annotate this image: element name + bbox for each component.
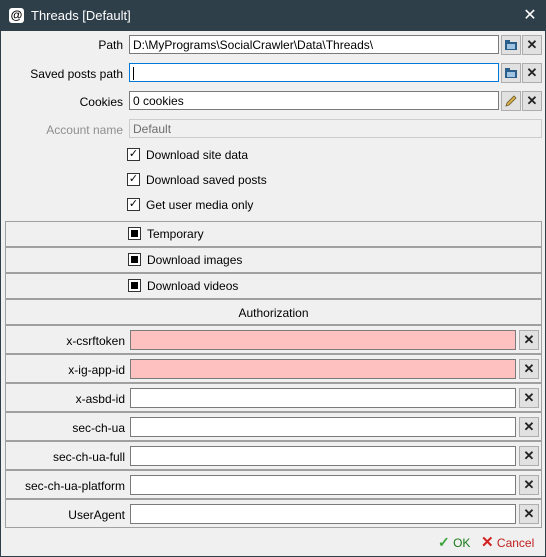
folder-icon[interactable]	[501, 63, 521, 83]
dialog-window: @ Threads [Default] ✕ Path D:\MyPrograms…	[0, 0, 546, 557]
checkbox-checked-icon: ✓	[127, 173, 140, 186]
auth-row: sec-ch-ua-platform ✕	[5, 470, 542, 499]
clear-x-asbd-id-button[interactable]: ✕	[519, 388, 539, 408]
clear-x-csrftoken-button[interactable]: ✕	[519, 330, 539, 350]
cancel-button[interactable]: ✕ Cancel	[481, 532, 541, 553]
authorization-header-row: Authorization	[5, 299, 542, 325]
clear-sec-ch-ua-button[interactable]: ✕	[519, 417, 539, 437]
temporary-label: Temporary	[147, 227, 204, 241]
path-input[interactable]: D:\MyPrograms\SocialCrawler\Data\Threads…	[129, 35, 499, 54]
sec-ch-ua-full-input[interactable]	[130, 446, 516, 466]
cancel-x-icon: ✕	[481, 534, 494, 551]
clear-x-ig-app-id-button[interactable]: ✕	[519, 359, 539, 379]
clear-icon: ✕	[523, 361, 535, 376]
clear-icon: ✕	[523, 390, 535, 405]
clear-path-button[interactable]: ✕	[522, 35, 542, 55]
cookies-label: Cookies	[79, 95, 123, 109]
download-images-row: Download images	[5, 247, 542, 273]
clear-icon: ✕	[526, 37, 538, 52]
sec-ch-ua-platform-input[interactable]	[130, 475, 516, 495]
clear-icon: ✕	[523, 419, 535, 434]
x-ig-app-id-input[interactable]	[130, 359, 516, 379]
clear-saved-posts-button[interactable]: ✕	[522, 63, 542, 83]
auth-row: x-ig-app-id ✕	[5, 354, 542, 383]
x-ig-app-id-label: x-ig-app-id	[68, 363, 125, 377]
edit-cookies-button[interactable]	[501, 91, 521, 111]
saved-posts-input[interactable]	[129, 63, 499, 82]
auth-row: UserAgent ✕	[5, 499, 542, 528]
download-saved-posts-label: Download saved posts	[146, 173, 267, 187]
clear-icon: ✕	[523, 332, 535, 347]
clear-icon: ✕	[523, 477, 535, 492]
clear-useragent-button[interactable]: ✕	[519, 504, 539, 524]
title-bar: @ Threads [Default] ✕	[0, 0, 546, 31]
folder-icon[interactable]	[501, 35, 521, 55]
window-title: Threads [Default]	[31, 8, 131, 23]
checkbox-checked-icon: ✓	[127, 198, 140, 211]
sec-ch-ua-label: sec-ch-ua	[72, 421, 125, 435]
auth-row: x-asbd-id ✕	[5, 383, 542, 412]
temporary-row: Temporary	[5, 221, 542, 247]
clear-sec-ch-ua-full-button[interactable]: ✕	[519, 446, 539, 466]
sec-ch-ua-input[interactable]	[130, 417, 516, 437]
dialog-content: Path D:\MyPrograms\SocialCrawler\Data\Th…	[1, 31, 545, 556]
x-asbd-id-input[interactable]	[130, 388, 516, 408]
download-videos-label: Download videos	[147, 279, 239, 293]
download-videos-row: Download videos	[5, 273, 542, 299]
download-site-data-label: Download site data	[146, 148, 249, 162]
auth-row: x-csrftoken ✕	[5, 325, 542, 354]
cookies-input[interactable]: 0 cookies	[129, 91, 499, 110]
saved-posts-label: Saved posts path	[30, 67, 123, 81]
checkbox-checked-icon: ✓	[127, 148, 140, 161]
path-label: Path	[98, 38, 123, 52]
account-name-input: Default	[129, 119, 542, 138]
x-csrftoken-label: x-csrftoken	[66, 334, 125, 348]
sec-ch-ua-platform-label: sec-ch-ua-platform	[24, 479, 125, 493]
sec-ch-ua-full-label: sec-ch-ua-full	[52, 450, 125, 464]
useragent-input[interactable]	[130, 504, 516, 524]
useragent-label: UserAgent	[68, 508, 125, 522]
get-user-media-only-label: Get user media only	[146, 198, 254, 212]
clear-icon: ✕	[526, 65, 538, 80]
checkbox-indeterminate-icon	[128, 227, 141, 240]
authorization-header: Authorization	[238, 306, 309, 320]
pencil-icon	[505, 95, 517, 107]
download-images-label: Download images	[147, 253, 243, 267]
auth-row: sec-ch-ua-full ✕	[5, 441, 542, 470]
cancel-label: Cancel	[496, 536, 535, 550]
ok-label: OK	[453, 536, 471, 550]
x-csrftoken-input[interactable]	[130, 330, 516, 350]
auth-row: sec-ch-ua ✕	[5, 412, 542, 441]
x-asbd-id-label: x-asbd-id	[75, 392, 125, 406]
ok-button[interactable]: ✓ OK	[438, 532, 478, 553]
clear-icon: ✕	[523, 448, 535, 463]
check-icon: ✓	[438, 534, 450, 550]
clear-sec-ch-ua-platform-button[interactable]: ✕	[519, 475, 539, 495]
clear-cookies-button[interactable]: ✕	[522, 91, 542, 111]
threads-logo-icon: @	[9, 8, 24, 23]
clear-icon: ✕	[526, 93, 538, 108]
checkbox-indeterminate-icon	[128, 253, 141, 266]
checkbox-indeterminate-icon	[128, 279, 141, 292]
close-icon[interactable]: ✕	[514, 0, 546, 31]
account-name-label: Account name	[46, 123, 123, 137]
clear-icon: ✕	[523, 506, 535, 521]
